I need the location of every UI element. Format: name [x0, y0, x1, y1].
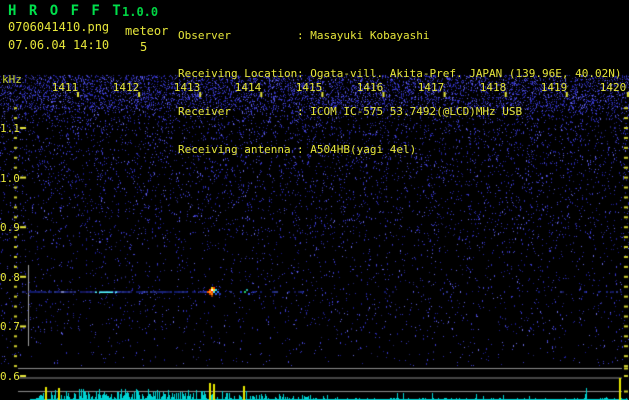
- time-tick-label: 1415: [295, 81, 323, 94]
- time-tick-label: 1419: [540, 81, 568, 94]
- mode-label: meteor: [125, 24, 169, 38]
- hrofft-window: H R O F F T 1.0.0 0706041410.png meteor …: [0, 0, 629, 400]
- time-tick-label: 1412: [112, 81, 140, 94]
- freq-axis-unit: kHz: [2, 73, 22, 86]
- station-row-observer: Observer Masayuki Kobayashi: [178, 30, 622, 42]
- station-row-location: Receiving LocationOgata-vill. Akita-Pref…: [178, 68, 622, 80]
- station-label: Observer: [178, 29, 231, 42]
- app-version: 1.0.0: [122, 5, 159, 19]
- freq-tick-label: 0.8: [0, 271, 20, 284]
- freq-tick-label: 0.6: [0, 370, 20, 383]
- freq-tick-label: 0.7: [0, 320, 20, 333]
- station-value: Ogata-vill. Akita-Pref. JAPAN (139.96E, …: [297, 68, 621, 80]
- freq-tick-label: 0.9: [0, 221, 20, 234]
- time-tick-label: 1417: [417, 81, 445, 94]
- meteor-echo-count: 5: [140, 40, 148, 54]
- time-tick-label: 1416: [356, 81, 384, 94]
- station-value: A504HB(yagi 4el): [297, 144, 416, 156]
- station-label: Receiving antenna: [178, 143, 291, 156]
- time-tick-label: 1414: [234, 81, 262, 94]
- station-row-antenna: Receiving antenna A504HB(yagi 4el): [178, 144, 622, 156]
- app-title: H R O F F T: [8, 3, 123, 19]
- station-row-receiver: Receiver ICOM IC-575 53.7492(@LCD)MHz USB: [178, 106, 622, 118]
- freq-tick-label: 1.0: [0, 172, 20, 185]
- station-value: ICOM IC-575 53.7492(@LCD)MHz USB: [297, 106, 522, 118]
- station-label: Receiver: [178, 105, 231, 118]
- time-tick-label: 1413: [173, 81, 201, 94]
- time-tick-label: 1411: [51, 81, 79, 94]
- freq-tick-label: 1.1: [0, 122, 20, 135]
- station-value: Masayuki Kobayashi: [297, 30, 429, 42]
- observation-datetime: 07.06.04 14:10: [8, 38, 110, 52]
- time-tick-label: 1420: [599, 81, 627, 94]
- time-tick-label: 1418: [479, 81, 507, 94]
- output-filename: 0706041410.png: [8, 20, 110, 34]
- station-label: Receiving Location: [178, 67, 298, 80]
